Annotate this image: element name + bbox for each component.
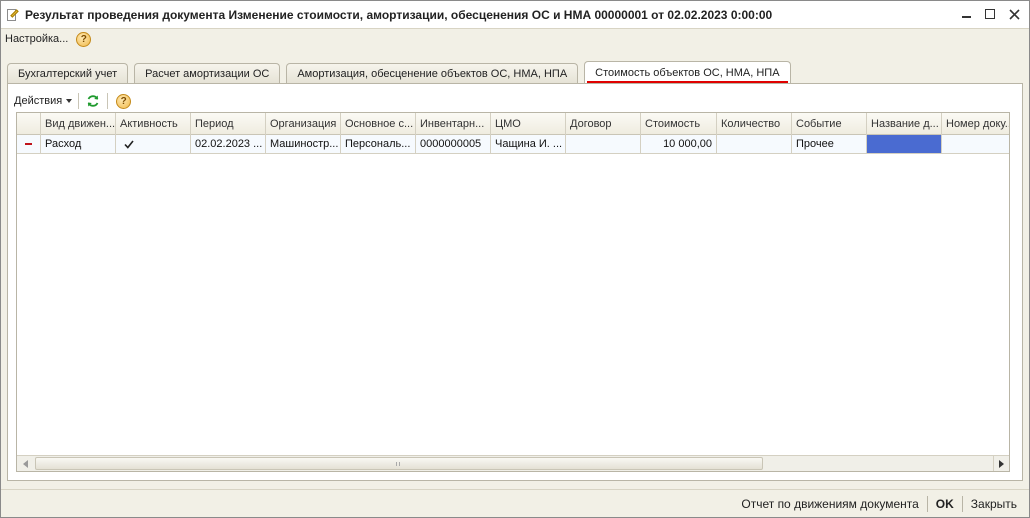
cell-period[interactable]: 02.02.2023 ... <box>191 135 266 153</box>
column-header-doc-name[interactable]: Название д... <box>867 113 942 135</box>
settings-menu[interactable]: Настройка... <box>5 33 68 45</box>
cell-contract[interactable] <box>566 135 641 153</box>
column-header-period[interactable]: Период <box>191 113 266 135</box>
help-icon[interactable]: ? <box>116 93 132 109</box>
scroll-right-button[interactable] <box>993 456 1009 471</box>
help-icon[interactable]: ? <box>76 31 92 47</box>
footer-divider <box>961 495 963 512</box>
actions-menu-button[interactable]: Действия <box>14 95 73 107</box>
tab-depreciation-impairment[interactable]: Амортизация, обесценение объектов ОС, НМ… <box>286 63 579 83</box>
column-header-cmo[interactable]: ЦМО <box>491 113 566 135</box>
chevron-down-icon <box>66 99 73 103</box>
tab-label: Бухгалтерский учет <box>18 67 118 80</box>
close-icon <box>1008 8 1020 20</box>
ok-button[interactable]: OK <box>934 497 956 511</box>
toolbar-divider <box>78 93 80 109</box>
cell-organization[interactable]: Машиностр... <box>266 135 341 153</box>
cell-doc-name[interactable] <box>867 135 942 153</box>
movements-report-button[interactable]: Отчет по движениям документа <box>739 497 920 511</box>
cell-cost[interactable]: 10 000,00 <box>641 135 717 153</box>
maximize-icon <box>985 9 995 19</box>
tab-label: Амортизация, обесценение объектов ОС, НМ… <box>297 67 568 80</box>
cell-movement-type[interactable]: Расход <box>41 135 116 153</box>
cell-asset[interactable]: Персональ... <box>341 135 416 153</box>
horizontal-scrollbar[interactable] <box>17 455 1009 471</box>
check-icon <box>124 140 134 149</box>
document-edit-icon <box>5 8 19 22</box>
column-header-contract[interactable]: Договор <box>566 113 641 135</box>
column-header-doc-number[interactable]: Номер доку... <box>942 113 1009 135</box>
cell-cmo[interactable]: Чащина И. ... <box>491 135 566 153</box>
menu-bar: Настройка... ? <box>1 29 1029 49</box>
tab-strip: Бухгалтерский учет Расчет амортизации ОС… <box>7 61 797 83</box>
cell-inventory[interactable]: 0000000005 <box>416 135 491 153</box>
result-window: Результат проведения документа Изменение… <box>0 0 1030 518</box>
grip-icon <box>396 462 400 466</box>
table-header: Вид движен... Активность Период Организа… <box>17 113 1009 135</box>
minimize-icon <box>961 16 971 18</box>
scrollbar-thumb[interactable] <box>35 457 763 470</box>
window-title: Результат проведения документа Изменение… <box>25 7 773 22</box>
arrow-left-icon <box>22 459 28 468</box>
tab-asset-cost[interactable]: Стоимость объектов ОС, НМА, НПА <box>584 61 791 83</box>
column-header-asset[interactable]: Основное с... <box>341 113 416 135</box>
close-button[interactable]: Закрыть <box>969 497 1019 511</box>
movements-table[interactable]: Вид движен... Активность Период Организа… <box>16 112 1010 472</box>
tab-label: Расчет амортизации ОС <box>145 67 270 80</box>
column-header-event[interactable]: Событие <box>792 113 867 135</box>
cell-event[interactable]: Прочее <box>792 135 867 153</box>
column-header-quantity[interactable]: Количество <box>717 113 792 135</box>
actions-label: Действия <box>14 95 63 107</box>
table-row[interactable]: Расход 02.02.2023 ... Машиностр... Персо… <box>17 135 1009 154</box>
window-controls <box>957 5 1023 23</box>
tab-depreciation-calc[interactable]: Расчет амортизации ОС <box>134 63 281 83</box>
maximize-button[interactable] <box>981 5 999 23</box>
expense-marker-cell <box>17 135 41 153</box>
tab-accounting[interactable]: Бухгалтерский учет <box>7 63 129 83</box>
cell-quantity[interactable] <box>717 135 792 153</box>
column-header-organization[interactable]: Организация <box>266 113 341 135</box>
footer-bar: Отчет по движениям документа OK Закрыть <box>1 489 1029 517</box>
footer-divider <box>926 495 928 512</box>
scroll-left-button[interactable] <box>17 456 33 471</box>
arrow-right-icon <box>999 459 1004 468</box>
cell-activity[interactable] <box>116 135 191 153</box>
tab-label: Стоимость объектов ОС, НМА, НПА <box>595 66 780 79</box>
minimize-button[interactable] <box>957 5 975 23</box>
cell-doc-number[interactable] <box>942 135 1009 153</box>
column-header-movement-type[interactable]: Вид движен... <box>41 113 116 135</box>
close-window-button[interactable] <box>1005 5 1023 23</box>
grid-toolbar: Действия ? <box>14 90 132 112</box>
column-header-inventory[interactable]: Инвентарн... <box>416 113 491 135</box>
refresh-icon[interactable] <box>85 93 101 109</box>
tab-panel: Действия ? Вид движен... Активность Пери… <box>7 83 1023 481</box>
toolbar-divider <box>107 93 109 109</box>
column-header-cost[interactable]: Стоимость <box>641 113 717 135</box>
column-header-activity[interactable]: Активность <box>116 113 191 135</box>
minus-icon <box>25 143 32 145</box>
column-header-marker[interactable] <box>17 113 41 135</box>
title-bar: Результат проведения документа Изменение… <box>1 1 1029 29</box>
